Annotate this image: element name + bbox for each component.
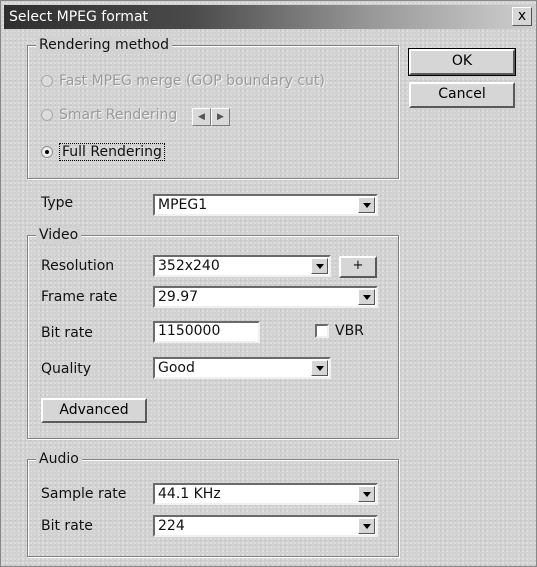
bit-rate-input[interactable]: 1150000	[153, 321, 260, 343]
full-rendering-radio[interactable]: Full Rendering	[41, 143, 165, 161]
vbr-checkbox[interactable]: VBR	[315, 323, 364, 339]
radio-button-icon	[41, 109, 53, 121]
spin-right-button[interactable]: ▶	[211, 108, 230, 126]
type-value: MPEG1	[158, 197, 208, 213]
sample-rate-dropdown[interactable]: 44.1 KHz	[153, 483, 378, 505]
vbr-label: VBR	[335, 323, 364, 339]
ok-button[interactable]: OK	[408, 48, 516, 76]
sample-rate-label: Sample rate	[41, 486, 127, 502]
smart-rendering-label: Smart Rendering	[59, 107, 178, 123]
chevron-down-icon[interactable]	[358, 289, 375, 305]
title-bar[interactable]: Select MPEG format x	[4, 5, 535, 29]
rendering-method-label: Rendering method	[36, 36, 173, 54]
frame-rate-label: Frame rate	[41, 289, 118, 305]
quality-value: Good	[158, 360, 195, 376]
cancel-button[interactable]: Cancel	[409, 82, 515, 108]
chevron-down-icon[interactable]	[358, 486, 375, 502]
type-label: Type	[41, 195, 74, 211]
chevron-down-icon[interactable]	[311, 258, 328, 274]
checkbox-icon	[315, 324, 329, 338]
audio-bit-rate-label: Bit rate	[41, 518, 93, 534]
arrow-right-icon: ▶	[217, 112, 224, 122]
audio-bit-rate-value: 224	[158, 518, 185, 534]
fast-mpeg-merge-label: Fast MPEG merge (GOP boundary cut)	[59, 73, 325, 89]
smart-rendering-spinner[interactable]: ◀ ▶	[192, 108, 230, 126]
spin-left-button[interactable]: ◀	[192, 108, 211, 126]
select-mpeg-format-dialog: Select MPEG format x Rendering method Fa…	[0, 0, 537, 567]
radio-button-icon	[41, 75, 53, 87]
arrow-left-icon: ◀	[198, 112, 205, 122]
ok-button-label: OK	[451, 53, 473, 69]
audio-group-label: Audio	[36, 450, 82, 468]
resolution-label: Resolution	[41, 258, 115, 274]
frame-rate-value: 29.97	[158, 289, 199, 305]
audio-bit-rate-dropdown[interactable]: 224	[153, 515, 378, 537]
advanced-button[interactable]: Advanced	[41, 398, 147, 423]
frame-rate-dropdown[interactable]: 29.97	[153, 286, 378, 308]
quality-label: Quality	[41, 361, 92, 377]
chevron-down-icon[interactable]	[358, 518, 375, 534]
resolution-add-button[interactable]: +	[339, 256, 377, 278]
close-button[interactable]: x	[512, 7, 532, 26]
window-title: Select MPEG format	[9, 9, 149, 25]
resolution-dropdown[interactable]: 352x240	[153, 255, 331, 277]
plus-icon: +	[352, 258, 364, 273]
radio-button-selected-icon	[41, 146, 53, 158]
quality-dropdown[interactable]: Good	[153, 357, 331, 379]
cancel-button-label: Cancel	[438, 86, 486, 102]
smart-rendering-radio[interactable]: Smart Rendering	[41, 107, 177, 123]
sample-rate-value: 44.1 KHz	[158, 486, 221, 502]
audio-group: Audio	[27, 450, 399, 557]
chevron-down-icon[interactable]	[311, 360, 328, 376]
type-dropdown[interactable]: MPEG1	[153, 194, 378, 216]
bit-rate-label: Bit rate	[41, 325, 93, 341]
close-icon: x	[517, 8, 527, 24]
resolution-value: 352x240	[158, 258, 220, 274]
video-group-label: Video	[36, 226, 82, 244]
fast-mpeg-merge-radio[interactable]: Fast MPEG merge (GOP boundary cut)	[41, 73, 325, 89]
advanced-button-label: Advanced	[59, 402, 129, 418]
full-rendering-label: Full Rendering	[59, 143, 165, 161]
chevron-down-icon[interactable]	[358, 197, 375, 213]
